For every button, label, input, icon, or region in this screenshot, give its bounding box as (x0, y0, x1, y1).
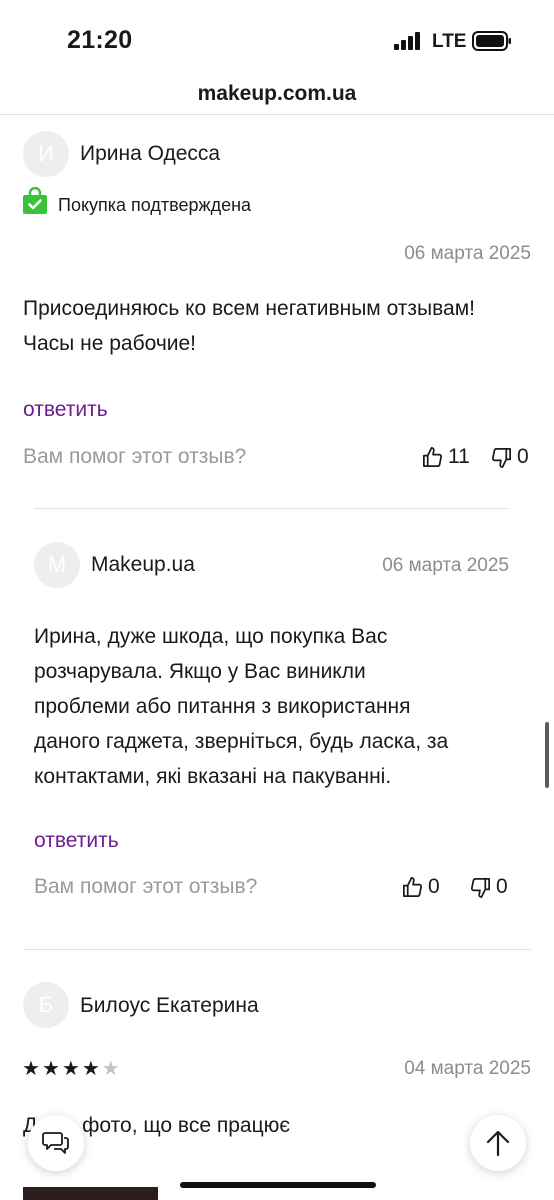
dislike-count: 0 (517, 445, 529, 468)
reply-link[interactable]: ответить (34, 829, 119, 853)
like-button[interactable]: 0 (401, 875, 440, 899)
signal-icon (394, 32, 420, 50)
like-count: 0 (428, 875, 440, 898)
chat-button[interactable] (28, 1115, 84, 1171)
reply-author: Makeup.ua (91, 553, 195, 576)
verified-purchase-label: Покупка подтверждена (58, 195, 252, 215)
review-text: Присоединяюсь ко всем негативным отзывам… (23, 291, 475, 361)
thumbs-down-icon (492, 447, 511, 468)
reply-link[interactable]: ответить (23, 398, 108, 422)
reply-text: Ирина, дуже шкода, що покупка Вас розчар… (34, 619, 448, 794)
battery-icon (472, 31, 511, 51)
arrow-up-icon (486, 1130, 510, 1157)
star-filled-icon: ★ (41, 1058, 60, 1080)
reply-text-line: даного гаджета, зверніться, будь ласка, … (34, 730, 449, 753)
dislike-count: 0 (496, 875, 508, 898)
review-text-line: Часы не рабочие! (23, 332, 197, 355)
review-author: Билоус Екатерина (80, 994, 259, 1017)
status-time: 21:20 (67, 26, 133, 54)
thumbs-up-icon (423, 446, 442, 467)
star-filled-icon: ★ (81, 1058, 100, 1080)
star-filled-icon: ★ (22, 1058, 40, 1080)
shopping-bag-check-icon (23, 187, 47, 214)
scrollbar[interactable] (545, 722, 549, 788)
dislike-button[interactable]: 0 (490, 445, 529, 469)
header-divider (0, 114, 554, 115)
thumbs-up-icon (403, 876, 422, 897)
browser-url[interactable]: makeup.com.ua (0, 82, 554, 106)
home-indicator (180, 1182, 376, 1188)
star-empty-icon: ★ (101, 1058, 120, 1080)
avatar: Б (23, 982, 69, 1028)
reply-text-line: Ирина, дуже шкода, що покупка Вас (34, 625, 388, 648)
review-date: 06 марта 2025 (404, 243, 531, 264)
review-author: Ирина Одесса (80, 142, 221, 165)
reply-text-line: розчарувала. Якщо у Вас виникли (34, 660, 366, 683)
reply-date: 06 марта 2025 (382, 555, 509, 576)
avatar: M (34, 542, 80, 588)
reply-text-line: проблеми або питання з використання (34, 695, 411, 718)
thumbs-down-icon (471, 877, 490, 898)
helpful-question: Вам помог этот отзыв? (23, 445, 247, 468)
helpful-question: Вам помог этот отзыв? (34, 875, 258, 898)
avatar: И (23, 131, 69, 177)
scroll-top-button[interactable] (470, 1115, 526, 1171)
reply-text-line: контактами, які вказані на пакуванні. (34, 765, 392, 788)
chat-icon (42, 1132, 69, 1154)
reply-divider (34, 508, 509, 509)
like-button[interactable]: 11 (421, 445, 470, 469)
review-divider (23, 949, 531, 950)
review-photo[interactable] (23, 1187, 158, 1200)
star-filled-icon: ★ (61, 1058, 80, 1080)
review-date: 04 марта 2025 (404, 1058, 531, 1079)
like-count: 11 (448, 445, 470, 468)
network-label: LTE (432, 31, 467, 52)
review-text-line: Присоединяюсь ко всем негативным отзывам… (23, 297, 476, 320)
dislike-button[interactable]: 0 (469, 875, 508, 899)
star-rating: ★ ★ ★ ★ ★ (22, 1056, 120, 1081)
